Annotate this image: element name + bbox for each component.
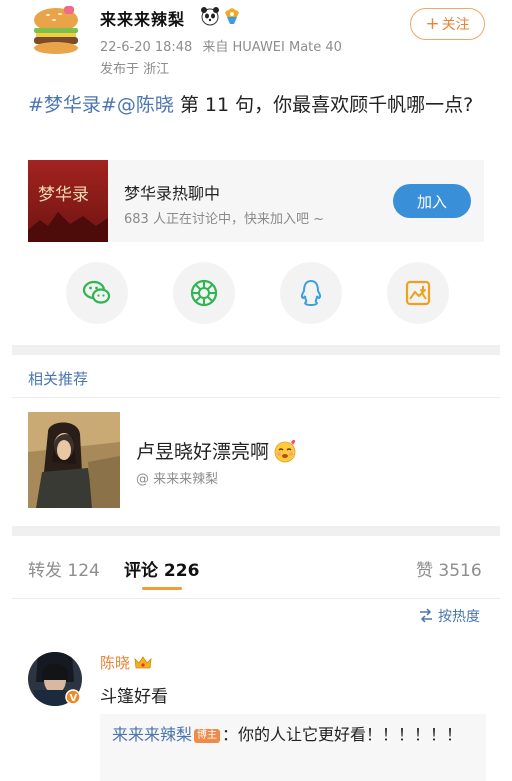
username[interactable]: 来来来辣梨 [100, 6, 185, 30]
reply-text: ：你的人让它更好看！！！！！！ [222, 725, 463, 744]
post-location: 发布于 浙江 [100, 62, 170, 77]
moments-icon [190, 279, 218, 307]
post-source: 来自 HUAWEI Mate 40 [202, 40, 342, 55]
panda-icon [201, 7, 219, 26]
commenter-avatar[interactable]: V [28, 652, 82, 706]
topic-cover-image: 梦华录 [28, 160, 108, 242]
member-badge-icon [225, 8, 239, 24]
reply-author[interactable]: 来来来辣梨 [112, 725, 192, 744]
wechat-icon [82, 280, 111, 304]
related-thumbnail[interactable] [28, 412, 120, 508]
post-hashtag-mention[interactable]: #梦华录#@陈晓 [28, 94, 174, 116]
related-item-title: 卢昱晓好漂亮啊 [136, 441, 270, 463]
divider [12, 397, 500, 398]
save-image-icon [405, 280, 431, 306]
user-badges [200, 6, 242, 26]
related-item-text[interactable]: 卢昱晓好漂亮啊 [136, 437, 297, 464]
follow-label: 关注 [441, 17, 470, 33]
share-wechat-button[interactable] [66, 262, 128, 324]
post-timestamp: 22-6-20 18:48 [100, 40, 193, 55]
join-button[interactable]: 加入 [393, 184, 471, 218]
plus-icon: + [425, 14, 440, 34]
crown-icon [134, 655, 152, 668]
section-divider [12, 526, 500, 536]
post-body: 第 11 句，你最喜欢顾千帆哪一点? [173, 94, 474, 116]
topic-subtitle: 683 人正在讨论中，快来加入吧 ~ [124, 212, 324, 227]
section-divider [12, 345, 500, 355]
tab-comments[interactable]: 评论 226 [124, 556, 199, 581]
svg-text:V: V [70, 693, 78, 704]
comment-text: 斗篷好看 [100, 687, 168, 707]
post-meta: 22-6-20 18:48 来自 HUAWEI Mate 40 [100, 36, 342, 55]
sort-button[interactable]: 按热度 [418, 606, 480, 626]
topic-card[interactable]: 梦华录 梦华录热聊中 683 人正在讨论中，快来加入吧 ~ 加入 [28, 160, 484, 242]
share-row [0, 262, 512, 326]
commenter-name-text: 陈晓 [100, 654, 131, 672]
share-moments-button[interactable] [173, 262, 235, 324]
active-tab-indicator [142, 587, 182, 590]
related-title: 相关推荐 [28, 370, 89, 388]
topic-name: 梦华录热聊中 [124, 184, 221, 203]
burger-avatar[interactable] [30, 6, 82, 54]
post-header: 来来来辣梨 22-6-20 18:48 来自 HUAWEI Mate 40 发布于… [0, 0, 512, 84]
topic-cover-title: 梦华录 [38, 185, 89, 205]
tab-repost[interactable]: 转发 124 [28, 556, 100, 581]
share-qq-button[interactable] [280, 262, 342, 324]
divider [12, 598, 500, 599]
commenter-name[interactable]: 陈晓 [100, 652, 152, 673]
related-item-author[interactable]: @ 来来来辣梨 [136, 468, 218, 487]
qq-icon [300, 279, 322, 307]
share-save-image-button[interactable] [387, 262, 449, 324]
tab-likes[interactable]: 赞 3516 [416, 556, 482, 581]
interaction-tabs: 转发 124 评论 226 赞 3516 [0, 556, 512, 596]
follow-button[interactable]: + 关注 [410, 8, 485, 40]
post-text: #梦华录#@陈晓 第 11 句，你最喜欢顾千帆哪一点? [28, 90, 488, 120]
reply-box[interactable]: 来来来辣梨 博主 ：你的人让它更好看！！！！！！ [100, 714, 486, 781]
love-emoji-icon [274, 439, 296, 462]
sort-icon [420, 608, 432, 623]
sort-label: 按热度 [438, 609, 480, 625]
author-tag-badge: 博主 [194, 729, 221, 743]
